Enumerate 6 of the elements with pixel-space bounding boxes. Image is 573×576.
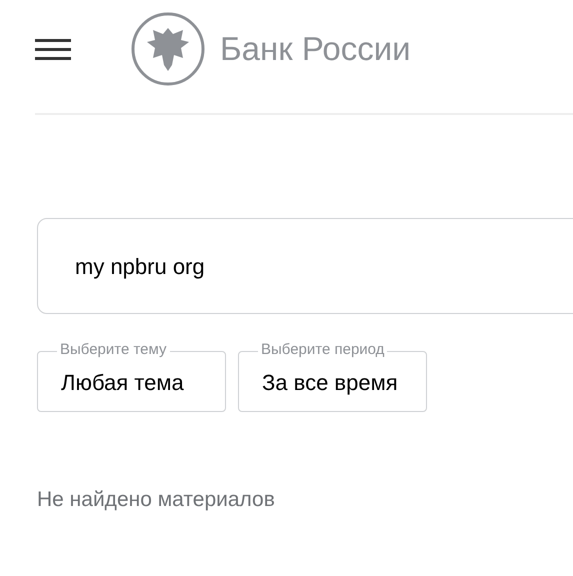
emblem-icon	[131, 12, 205, 86]
field-label: Выберите тему	[57, 341, 170, 359]
menu-button[interactable]	[35, 36, 71, 62]
field-label: Выберите период	[258, 341, 388, 359]
no-results-message: Не найдено материалов	[37, 487, 276, 513]
search-field[interactable]: my npbru org	[37, 218, 573, 314]
